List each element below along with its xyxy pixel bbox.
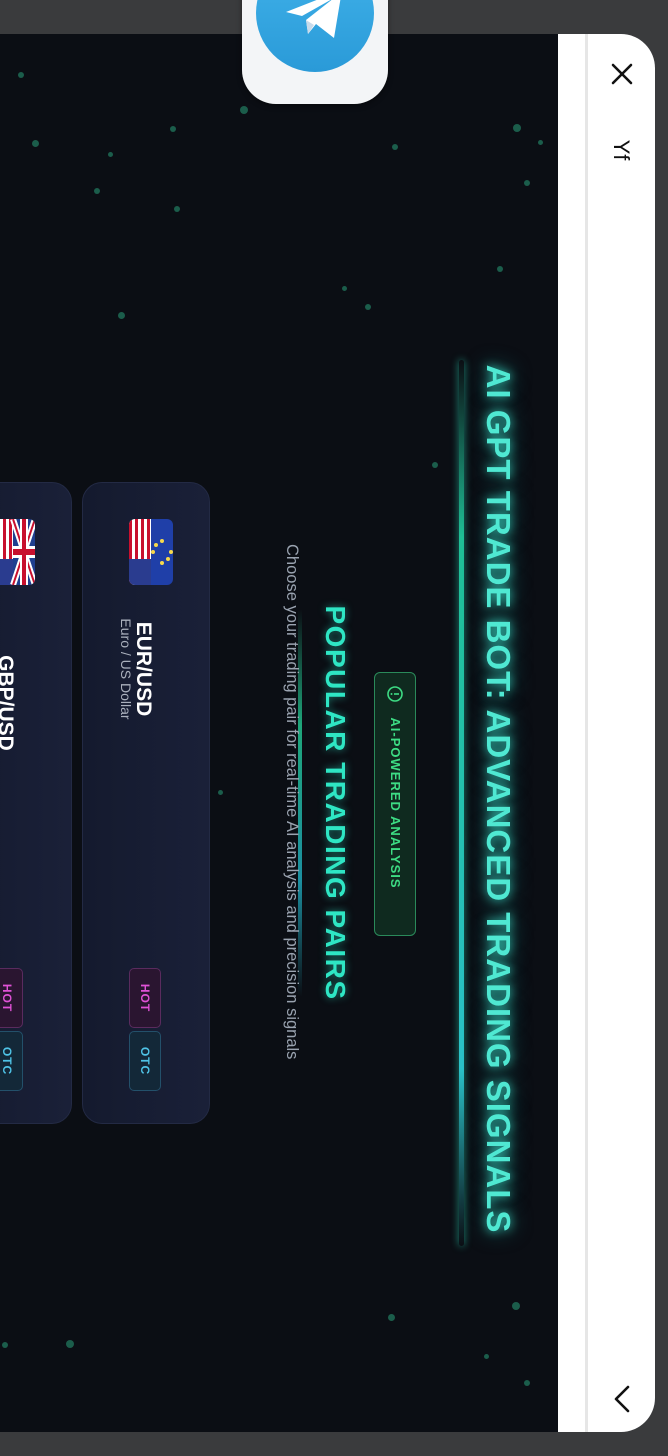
otc-tag: OTC [0,1031,23,1091]
particle [218,790,223,795]
particle [108,152,113,157]
title-glow-line [459,360,464,1246]
back-button[interactable] [602,1379,642,1419]
pair-card-eur-usd[interactable]: EUR/USD Euro / US Dollar HOT OTC [82,482,210,1124]
bot-name: Yf [609,139,634,161]
webview-header [558,34,655,1432]
telegram-logo-icon [256,0,374,72]
particle [365,304,371,310]
particle [18,72,24,78]
gbp-usd-flag-icon [0,519,35,585]
eur-usd-flag-icon [129,519,173,585]
particle [170,126,176,132]
particle [388,1314,395,1321]
hot-tag: HOT [0,968,23,1028]
pair-symbol: GBP/USD [0,655,17,751]
section-title: POPULAR TRADING PAIRS [320,605,351,1001]
pair-name: Euro / US Dollar [118,618,134,720]
close-button[interactable] [602,54,642,94]
particle [524,180,530,186]
app-title: AI GPT TRADE BOT: ADVANCED TRADING SIGNA… [480,364,517,1234]
particle [240,106,248,114]
particle [497,266,503,272]
particle [66,1340,74,1348]
particle [432,462,438,468]
chevron-left-icon [614,1385,630,1413]
particle [524,1380,530,1386]
particle [512,1302,520,1310]
telegram-avatar [242,0,388,104]
particle [174,206,180,212]
particle [513,124,521,132]
mini-app-sheet: AI GPT TRADE BOT: ADVANCED TRADING SIGNA… [0,34,655,1432]
close-icon [611,63,633,85]
particle [32,140,39,147]
badge-label: AI-POWERED ANALYSIS [388,717,403,889]
particle [94,188,100,194]
section-description: Choose your trading pair for real-time A… [283,544,301,1060]
particle [118,312,125,319]
particle [538,140,543,145]
particle [392,144,398,150]
particle [2,1342,8,1348]
otc-tag: OTC [129,1031,161,1091]
hot-tag: HOT [129,968,161,1028]
pair-card-gbp-usd[interactable]: GBP/USD HOT OTC [0,482,72,1124]
particle [342,286,347,291]
header-divider [585,34,588,1432]
particle [484,1354,489,1359]
